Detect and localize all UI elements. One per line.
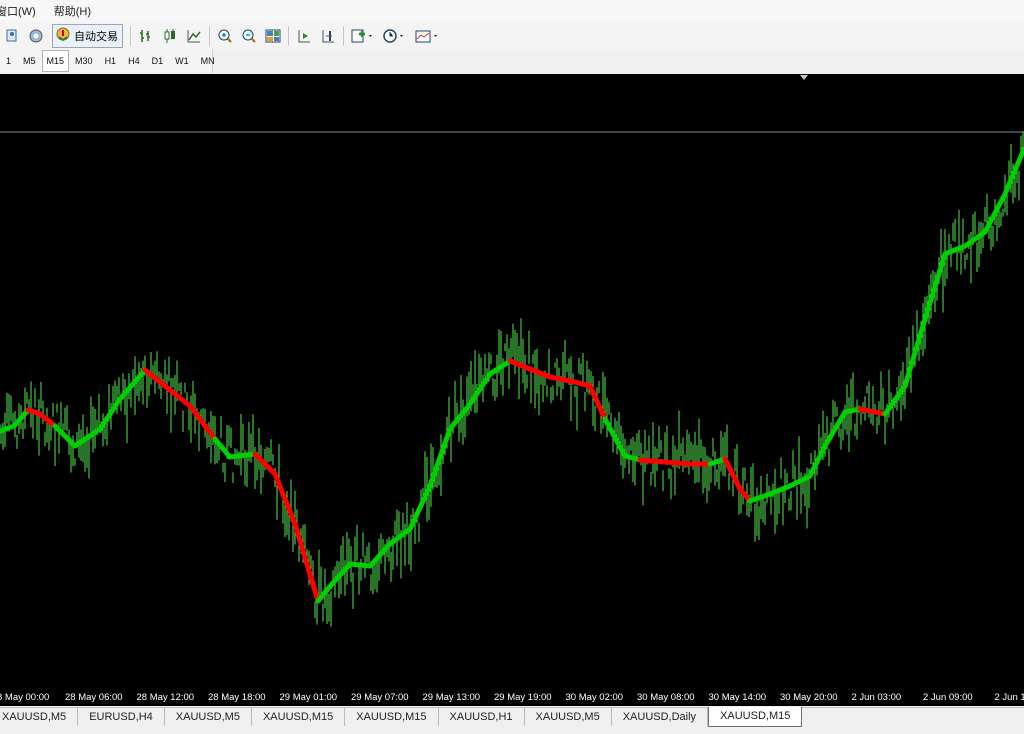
menu-window[interactable]: 窗口(W) bbox=[0, 3, 44, 19]
time-axis-label: 28 May 18:00 bbox=[208, 692, 266, 703]
time-axis-label: 29 May 13:00 bbox=[423, 692, 481, 703]
period-button-active[interactable]: M15 bbox=[42, 50, 70, 72]
time-axis-label: 29 May 19:00 bbox=[494, 692, 552, 703]
period-button[interactable]: H4 bbox=[122, 51, 146, 71]
time-axis-label: 2 Jun 09:00 bbox=[923, 692, 973, 703]
time-axis-label: 30 May 14:00 bbox=[709, 692, 767, 703]
chart-tab[interactable]: XAUUSD,H1 bbox=[439, 708, 525, 726]
chart-tab[interactable]: XAUUSD,M5 bbox=[0, 708, 78, 726]
chart-tab[interactable]: XAUUSD,M5 bbox=[525, 708, 612, 726]
zoom-in-icon[interactable] bbox=[214, 25, 236, 47]
ma-segment bbox=[350, 564, 370, 566]
chart-shift-marker bbox=[800, 75, 808, 80]
period-button[interactable]: W1 bbox=[169, 51, 195, 71]
ma-segment bbox=[905, 319, 925, 386]
menu-help[interactable]: 帮助(H) bbox=[54, 3, 99, 19]
chart-tab[interactable]: XAUUSD,M15 bbox=[252, 708, 345, 726]
chart-canvas[interactable]: 8 May 00:00 28 May 06:00 28 May 12:00 28 Ma… bbox=[0, 74, 1024, 706]
autotrade-button[interactable]: 自动交易 bbox=[52, 24, 123, 48]
chart-tab-bar: XAUUSD,M5 EURUSD,H4 XAUUSD,M5 XAUUSD,M15… bbox=[0, 707, 1024, 734]
timeframe-bar: 1 M5 M15 M30 H1 H4 D1 W1 MN bbox=[0, 49, 213, 73]
chart-tab[interactable]: XAUUSD,Daily bbox=[612, 708, 708, 726]
ma-segment bbox=[490, 361, 510, 374]
toolbar-separator bbox=[288, 26, 289, 46]
chart-shift-icon[interactable] bbox=[317, 25, 339, 47]
ma-segment bbox=[665, 462, 690, 464]
market-watch-icon[interactable] bbox=[25, 25, 47, 47]
menubar: 窗口(W) 帮助(H) bbox=[0, 0, 1024, 22]
chart-tab[interactable]: XAUUSD,M5 bbox=[165, 708, 252, 726]
time-axis-label: 29 May 07:00 bbox=[351, 692, 409, 703]
line-chart-icon[interactable] bbox=[183, 25, 205, 47]
time-axis-label: 30 May 20:00 bbox=[780, 692, 838, 703]
indicators-icon[interactable] bbox=[348, 25, 378, 47]
time-axis-label: 30 May 08:00 bbox=[637, 692, 695, 703]
chart-tab-active[interactable]: XAUUSD,M15 bbox=[708, 707, 802, 727]
period-button[interactable]: M5 bbox=[17, 51, 42, 71]
templates-icon[interactable] bbox=[412, 25, 442, 47]
ma-segment bbox=[885, 386, 905, 414]
autotrade-label: 自动交易 bbox=[74, 28, 118, 44]
time-axis-label: 29 May 01:00 bbox=[280, 692, 338, 703]
toolbar-separator bbox=[343, 26, 344, 46]
time-axis: 8 May 00:00 28 May 06:00 28 May 12:00 28 Ma… bbox=[0, 692, 1024, 703]
period-button[interactable]: H1 bbox=[99, 51, 123, 71]
moving-average-line bbox=[0, 149, 1024, 601]
time-axis-label: 28 May 06:00 bbox=[65, 692, 123, 703]
period-button[interactable]: 1 bbox=[0, 51, 17, 71]
ma-segment bbox=[230, 454, 255, 457]
time-axis-label: 30 May 02:00 bbox=[566, 692, 624, 703]
new-order-icon[interactable] bbox=[1, 25, 23, 47]
periods-icon[interactable] bbox=[380, 25, 410, 47]
time-axis-label: 2 Jun 03:00 bbox=[852, 692, 902, 703]
autotrade-icon bbox=[55, 26, 71, 45]
tile-windows-icon[interactable] bbox=[262, 25, 284, 47]
zoom-out-icon[interactable] bbox=[238, 25, 260, 47]
period-button[interactable]: D1 bbox=[146, 51, 170, 71]
ma-segment bbox=[640, 460, 665, 462]
auto-scroll-icon[interactable] bbox=[293, 25, 315, 47]
bar-chart-icon[interactable] bbox=[135, 25, 157, 47]
chart-tab[interactable]: EURUSD,H4 bbox=[78, 708, 165, 726]
price-chart[interactable]: 8 May 00:00 28 May 06:00 28 May 12:00 28 Ma… bbox=[0, 74, 1024, 706]
toolbar-separator bbox=[209, 26, 210, 46]
time-axis-label: 28 May 12:00 bbox=[137, 692, 195, 703]
time-axis-label: 8 May 00:00 bbox=[0, 692, 49, 703]
period-button[interactable]: M30 bbox=[69, 51, 99, 71]
period-button[interactable]: MN bbox=[195, 51, 221, 71]
ma-segment bbox=[945, 246, 965, 254]
chart-tab[interactable]: XAUUSD,M15 bbox=[345, 708, 438, 726]
time-axis-label: 2 Jun 1 bbox=[995, 692, 1024, 703]
toolbar-separator bbox=[130, 26, 131, 46]
ma-segment bbox=[530, 369, 550, 377]
candle-chart-icon[interactable] bbox=[159, 25, 181, 47]
ma-segment bbox=[510, 361, 530, 369]
toolbar: 自动交易 bbox=[0, 22, 1024, 49]
ma-segment bbox=[295, 524, 318, 601]
